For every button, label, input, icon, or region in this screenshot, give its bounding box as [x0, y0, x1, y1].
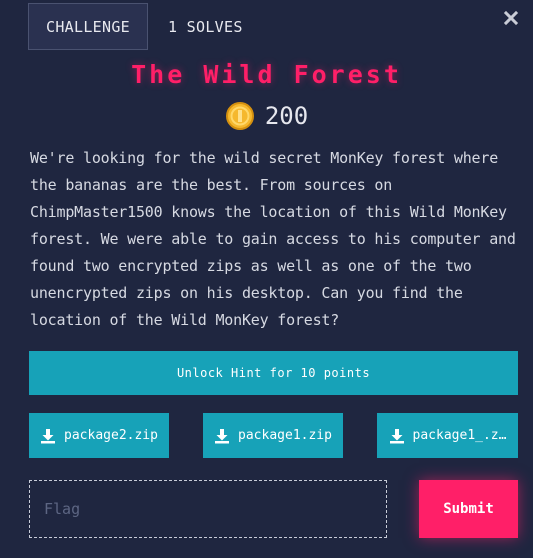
unlock-hint-button[interactable]: Unlock Hint for 10 points [29, 351, 518, 395]
challenge-description: We're looking for the wild secret MonKey… [30, 149, 516, 329]
flag-input[interactable] [29, 480, 387, 538]
tab-challenge[interactable]: CHALLENGE [28, 3, 148, 50]
challenge-tabs: CHALLENGE 1 SOLVES [28, 3, 261, 50]
download-file-button[interactable]: package1.zip [203, 413, 343, 458]
download-icon [389, 428, 404, 443]
challenge-points: 200 [0, 101, 533, 131]
download-icon [215, 428, 230, 443]
submit-button[interactable]: Submit [419, 480, 518, 538]
file-name: package1.zip [238, 428, 332, 443]
challenge-modal: CHALLENGE 1 SOLVES The Wild Forest 200 W… [0, 0, 533, 558]
download-file-button[interactable]: package2.zip [29, 413, 169, 458]
download-file-button[interactable]: package1_.z… [377, 413, 518, 458]
file-name: package1_.z… [412, 428, 507, 443]
points-value: 200 [264, 102, 309, 130]
download-icon [41, 428, 56, 443]
close-icon[interactable] [503, 10, 519, 26]
challenge-title: The Wild Forest [131, 60, 402, 89]
coin-icon [225, 102, 254, 130]
tab-solves[interactable]: 1 SOLVES [148, 3, 261, 50]
file-name: package2.zip [64, 428, 158, 443]
